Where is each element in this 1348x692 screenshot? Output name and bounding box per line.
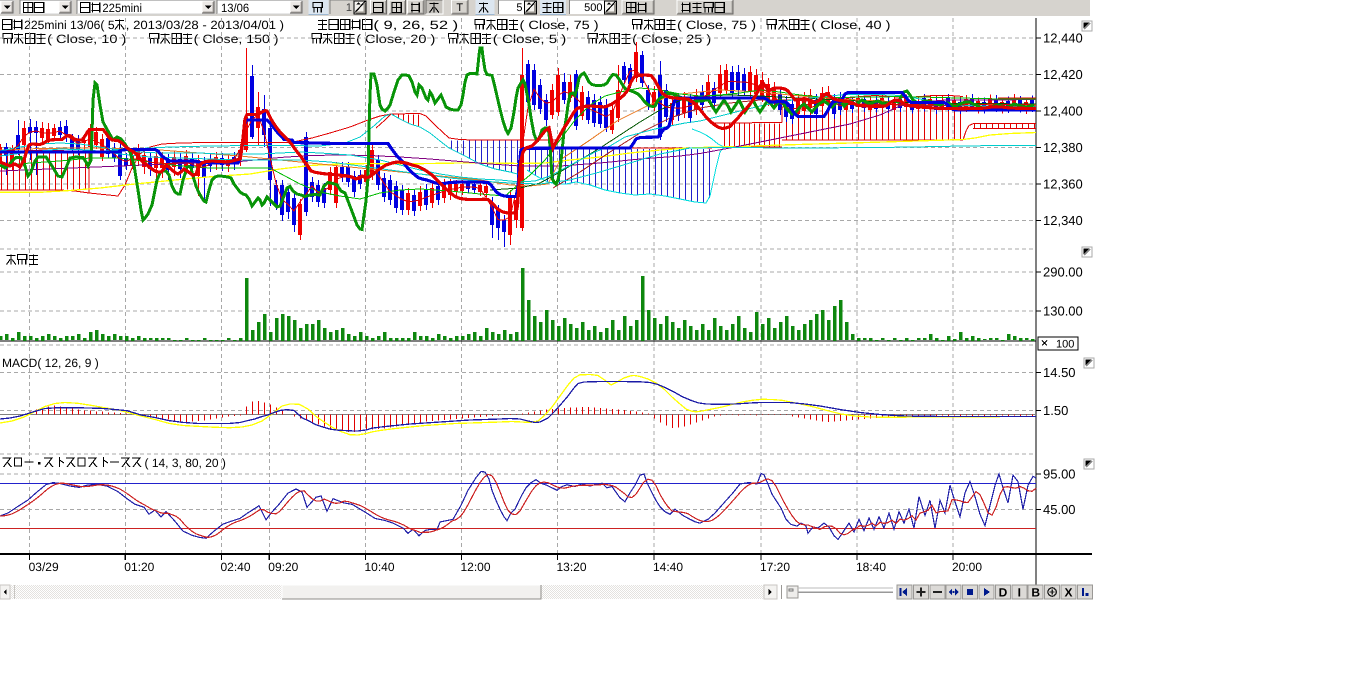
svg-text:225mini: 225mini xyxy=(102,1,142,15)
svg-text:I: I xyxy=(1018,586,1021,600)
svg-text:1.50: 1.50 xyxy=(1043,403,1068,418)
svg-text:( Close, 20 ): ( Close, 20 ) xyxy=(356,32,435,46)
svg-text:100: 100 xyxy=(1056,339,1074,351)
svg-text:12,360: 12,360 xyxy=(1043,177,1083,192)
svg-text:13:20: 13:20 xyxy=(557,560,587,574)
svg-text:, 2013/03/28 - 2013/04/01 ): , 2013/03/28 - 2013/04/01 ) xyxy=(126,18,284,32)
svg-text:95.00: 95.00 xyxy=(1043,467,1076,482)
svg-text:B: B xyxy=(1031,586,1040,600)
svg-text:( Close, 150 ): ( Close, 150 ) xyxy=(194,32,279,46)
svg-text:09:20: 09:20 xyxy=(268,560,298,574)
svg-text:20:00: 20:00 xyxy=(952,560,982,574)
svg-text:1: 1 xyxy=(346,2,352,14)
svg-text:5: 5 xyxy=(516,2,522,14)
svg-text:130.00: 130.00 xyxy=(1043,304,1083,319)
svg-text:( Close, 75 ): ( Close, 75 ) xyxy=(520,18,599,32)
svg-text:12,380: 12,380 xyxy=(1043,140,1083,155)
svg-text:12,340: 12,340 xyxy=(1043,213,1083,228)
svg-text:01:20: 01:20 xyxy=(124,560,154,574)
svg-text:500: 500 xyxy=(584,2,602,14)
svg-text:12,400: 12,400 xyxy=(1043,104,1083,119)
svg-text:17:20: 17:20 xyxy=(760,560,790,574)
svg-text:( Close, 5 ): ( Close, 5 ) xyxy=(493,32,567,46)
svg-text:45.00: 45.00 xyxy=(1043,502,1076,517)
svg-text:02:40: 02:40 xyxy=(221,560,251,574)
svg-text:18:40: 18:40 xyxy=(856,560,886,574)
svg-text:13/06: 13/06 xyxy=(221,1,250,15)
svg-text:12,420: 12,420 xyxy=(1043,67,1083,82)
svg-text:12:00: 12:00 xyxy=(461,560,491,574)
svg-text:( Close, 40 ): ( Close, 40 ) xyxy=(811,18,890,32)
svg-text:03/29: 03/29 xyxy=(29,560,59,574)
svg-text:14:40: 14:40 xyxy=(653,560,683,574)
svg-text:( 9, 26, 52 ): ( 9, 26, 52 ) xyxy=(373,18,458,32)
svg-text:225mini 13/06( 5: 225mini 13/06( 5 xyxy=(24,18,115,32)
svg-text:( Close, 10 ): ( Close, 10 ) xyxy=(47,32,126,46)
svg-text:10:40: 10:40 xyxy=(365,560,395,574)
svg-text:X: X xyxy=(1064,586,1072,600)
svg-text:12,440: 12,440 xyxy=(1043,31,1083,46)
svg-text:( Close, 25 ): ( Close, 25 ) xyxy=(632,32,711,46)
svg-text:T: T xyxy=(456,2,463,14)
svg-text:290.00: 290.00 xyxy=(1043,265,1083,280)
svg-text:14.50: 14.50 xyxy=(1043,365,1076,380)
svg-text:( Close, 75 ): ( Close, 75 ) xyxy=(677,18,756,32)
svg-text:MACD( 12, 26, 9 ): MACD( 12, 26, 9 ) xyxy=(2,356,99,370)
svg-text:( 14, 3, 80, 20 ): ( 14, 3, 80, 20 ) xyxy=(145,456,226,470)
svg-text:D: D xyxy=(999,586,1008,600)
